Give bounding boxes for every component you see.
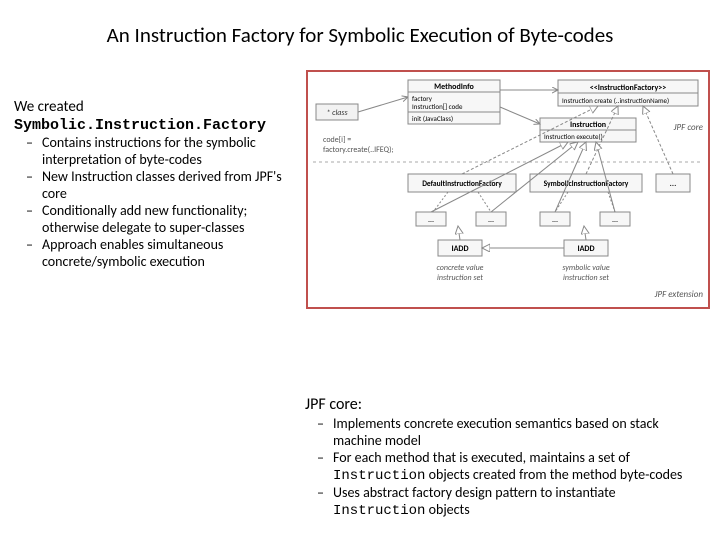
instruction-line1: Instruction execute()	[544, 132, 603, 141]
lower-title: JPF core:	[305, 395, 705, 414]
class-box-label: * class	[326, 108, 348, 118]
intro-text: We created	[14, 98, 296, 116]
list-item: For each method that is executed, mainta…	[323, 450, 705, 484]
list-item: Uses abstract factory design pattern to …	[323, 485, 705, 519]
methodinfo-line3: init (JavaClass)	[412, 114, 453, 123]
concrete-label-l1: concrete value	[437, 263, 484, 273]
ellipsis-box: …	[670, 178, 676, 189]
left-bullets: Contains instructions for the symbolic i…	[14, 135, 296, 270]
instruction-title: Instruction	[570, 120, 606, 130]
body-row: We created Symbolic.Instruction.Factory …	[0, 58, 720, 309]
lower-block: JPF core: Implements concrete execution …	[305, 395, 705, 520]
list-item: Contains instructions for the symbolic i…	[32, 135, 296, 168]
svg-text:…: …	[428, 215, 434, 225]
diagram-frame: * class MethodInfo factory Instruction[]…	[306, 70, 710, 309]
list-item: Implements concrete execution semantics …	[323, 416, 705, 449]
slide: An Instruction Factory for Symbolic Exec…	[0, 0, 720, 540]
methodinfo-line2: Instruction[] code	[412, 102, 463, 111]
jpf-extension-label: JPF extension	[654, 289, 704, 300]
code-snippet-l2: factory.create(..IFEQ);	[323, 145, 394, 155]
list-item: Conditionally add new functionality; oth…	[32, 203, 296, 236]
svg-text:…: …	[488, 215, 494, 225]
slide-title: An Instruction Factory for Symbolic Exec…	[0, 0, 720, 58]
methodinfo-title: MethodInfo	[434, 82, 474, 92]
svg-text:…: …	[552, 215, 558, 225]
concrete-label-l2: instruction set	[437, 273, 483, 283]
code-inline: Instruction	[333, 503, 425, 519]
symbolic-label-l1: symbolic value	[562, 263, 610, 273]
instruction-factory-title: <<InstructionFactory>>	[590, 83, 666, 93]
svg-text:…: …	[612, 215, 618, 225]
jpf-core-label: JPF core	[673, 122, 704, 133]
list-item: Approach enables simultaneous concrete/s…	[32, 237, 296, 270]
code-inline: Instruction	[333, 468, 425, 484]
class-name: Symbolic.Instruction.Factory	[14, 118, 296, 133]
lower-bullets: Implements concrete execution semantics …	[305, 416, 705, 519]
symbolic-factory-label: SymbolicInstructionFactory	[544, 180, 629, 189]
uml-diagram: * class MethodInfo factory Instruction[]…	[306, 70, 710, 309]
symbolic-label-l2: instruction set	[563, 273, 609, 283]
left-column: We created Symbolic.Instruction.Factory …	[10, 58, 296, 271]
iadd-symbolic: IADD	[577, 244, 594, 254]
iadd-concrete: IADD	[451, 244, 468, 254]
code-snippet-l1: code[i] =	[323, 135, 351, 145]
instruction-factory-line1: Instruction create (..instructionName)	[562, 96, 669, 105]
list-item: New Instruction classes derived from JPF…	[32, 169, 296, 202]
